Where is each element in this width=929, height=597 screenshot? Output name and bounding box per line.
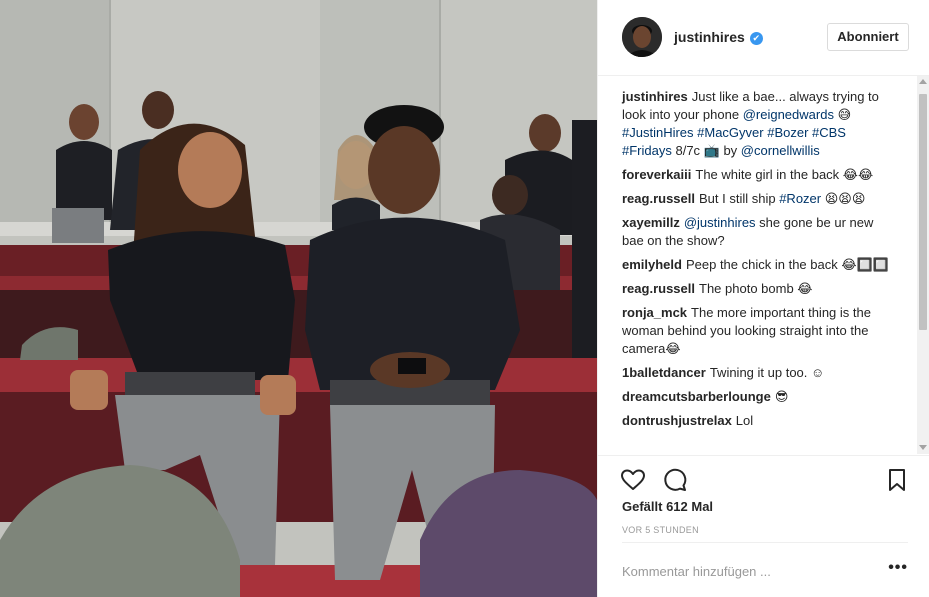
heart-icon[interactable] (620, 467, 646, 493)
scroll-down-arrow-icon[interactable] (919, 445, 927, 450)
comment-item: xayemillz @justinhires she gone be ur new… (622, 214, 892, 250)
comment-item: foreverkaiii The white girl in the back 😂… (622, 166, 892, 184)
comment-username[interactable]: justinhires (622, 89, 688, 104)
comment-item: reag.russell The photo bomb 😂 (622, 280, 892, 298)
comment-username[interactable]: 1balletdancer (622, 365, 706, 380)
comment-item: dreamcutsbarberlounge 😎 (622, 388, 892, 406)
instagram-post-window: justinhires ✔ Abonniert justinhires Just l… (0, 0, 929, 597)
comment-item: 1balletdancer Twining it up too. ☺ (622, 364, 892, 382)
comment-item: emilyheld Peep the chick in the back 😂🔲🔲 (622, 256, 892, 274)
comment-bubble-icon[interactable] (662, 467, 688, 493)
comment-username[interactable]: reag.russell (622, 281, 695, 296)
comment-text: 😎 (774, 389, 789, 404)
comment-text: But I still ship (699, 191, 780, 206)
comment-username[interactable]: emilyheld (622, 257, 682, 272)
comment-text: Peep the chick in the back 😂🔲🔲 (685, 257, 889, 272)
author-avatar[interactable] (622, 17, 662, 57)
comment-username[interactable]: dontrushjustrelax (622, 413, 732, 428)
comment-link[interactable]: @justinhires (684, 215, 756, 230)
classroom-photo (0, 0, 597, 597)
comment-link[interactable]: @reignedwards (743, 107, 834, 122)
author-username[interactable]: justinhires ✔ (674, 29, 763, 45)
add-comment-bar: ••• (622, 542, 908, 597)
author-username-text[interactable]: justinhires (674, 29, 745, 45)
comment-text: The white girl in the back 😂😂 (695, 167, 874, 182)
comment-username[interactable]: xayemillz (622, 215, 680, 230)
post-timestamp[interactable]: VOR 5 STUNDEN (622, 525, 699, 535)
post-header: justinhires ✔ Abonniert (598, 0, 929, 76)
post-photo[interactable] (0, 0, 597, 597)
likes-count[interactable]: Gefällt 612 Mal (622, 499, 713, 514)
comments-list: justinhires Just like a bae... always try… (598, 82, 912, 452)
comment-item: justinhires Just like a bae... always try… (622, 88, 892, 160)
comment-text: 😅 (833, 107, 852, 122)
post-side-panel: justinhires ✔ Abonniert justinhires Just l… (597, 0, 929, 597)
comment-username[interactable]: foreverkaiii (622, 167, 691, 182)
scroll-up-arrow-icon[interactable] (919, 79, 927, 84)
comment-text: 😫😫😫 (821, 191, 866, 206)
comment-item: ronja_mck The more important thing is the… (622, 304, 892, 358)
comment-text: Twining it up too. ☺ (709, 365, 825, 380)
comment-text: 8/7c 📺 by (671, 143, 741, 158)
comment-text: Lol (735, 413, 754, 428)
comment-username[interactable]: dreamcutsbarberlounge (622, 389, 771, 404)
comment-item: dontrushjustrelax Lol (622, 412, 892, 430)
comments-scrollbar[interactable] (917, 76, 929, 454)
verified-badge-icon: ✔ (749, 32, 763, 45)
scrollbar-thumb[interactable] (919, 94, 927, 330)
comment-link[interactable]: @cornellwillis (741, 143, 820, 158)
comment-link[interactable]: #Rozer (779, 191, 821, 206)
comment-username[interactable]: reag.russell (622, 191, 695, 206)
more-options-icon[interactable]: ••• (888, 560, 908, 576)
bookmark-icon[interactable] (884, 467, 910, 493)
comment-item: reag.russell But I still ship #Rozer 😫😫😫 (622, 190, 892, 208)
comment-text: The photo bomb 😂 (699, 281, 813, 296)
following-button[interactable]: Abonniert (827, 23, 909, 51)
comment-input[interactable] (622, 558, 872, 584)
post-actions: Gefällt 612 Mal VOR 5 STUNDEN (598, 455, 929, 545)
comment-username[interactable]: ronja_mck (622, 305, 687, 320)
